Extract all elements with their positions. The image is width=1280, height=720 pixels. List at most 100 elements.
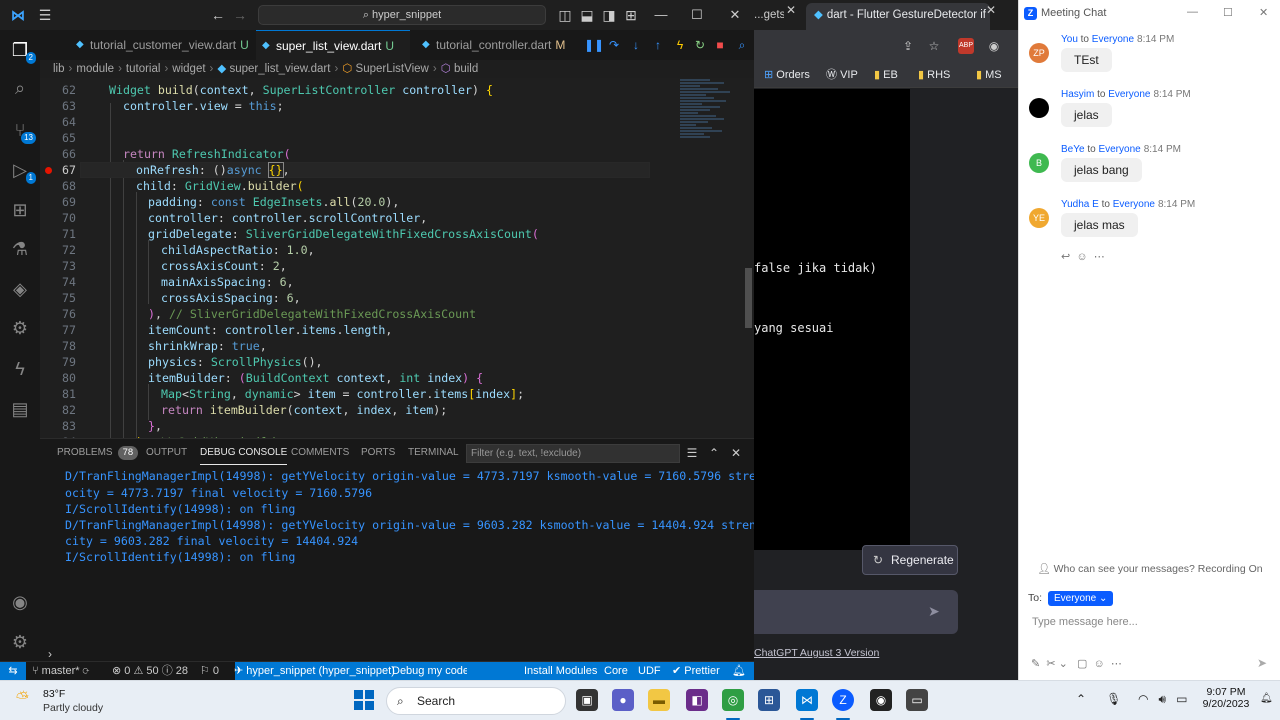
send-icon[interactable]: ➤ xyxy=(1257,656,1267,670)
regenerate-button[interactable]: ↻ Regenerate xyxy=(862,545,958,575)
app-icon[interactable]: ◉ xyxy=(870,689,892,711)
maximize-icon[interactable]: ☐ xyxy=(1223,6,1233,19)
screenshot-icon[interactable]: ✂ xyxy=(1046,658,1055,670)
task-view-icon[interactable]: ▣ xyxy=(576,689,598,711)
file-explorer-icon[interactable]: ▬ xyxy=(648,689,670,711)
emoji-icon[interactable]: ☺ xyxy=(1094,658,1105,670)
more-icon[interactable]: ⋯ xyxy=(1094,251,1105,263)
show-hidden-icons-chevron-icon[interactable]: ⌃ xyxy=(1076,692,1086,706)
problems-status[interactable]: ⊗ 0 ⚠ 50 ⓘ 28 xyxy=(112,662,188,680)
udf-status[interactable]: UDF xyxy=(638,662,661,680)
console-filter-input[interactable]: Filter (e.g. text, !exclude) xyxy=(466,444,680,463)
devtools-search-icon[interactable]: ⌕ xyxy=(734,37,750,53)
message-bubble[interactable]: jelas xyxy=(1061,103,1112,127)
close-panel-icon[interactable]: ✕ xyxy=(728,445,744,461)
browser-tab-active[interactable]: ◆ dart - Flutter GestureDetector if xyxy=(806,3,990,30)
store-icon[interactable]: ⊞ xyxy=(758,689,780,711)
extensions-icon[interactable]: ⊞ xyxy=(8,198,32,222)
emoji-react-icon[interactable]: ☺ xyxy=(1076,251,1087,263)
who-can-see-notice[interactable]: 👤︎ Who can see your messages? Recording … xyxy=(1019,562,1280,575)
breadcrumb-item[interactable]: lib xyxy=(53,63,65,75)
breadcrumb-item[interactable]: SuperListView xyxy=(356,63,429,75)
stop-icon[interactable]: ■ xyxy=(712,37,728,53)
source-control-icon[interactable]: ⑂ 13 xyxy=(8,118,36,144)
chatgpt-version-link[interactable]: ChatGPT August 3 Version xyxy=(754,647,879,659)
wifi-icon[interactable]: ◠ xyxy=(1138,692,1148,706)
testing-icon[interactable]: ⚗ xyxy=(8,237,32,261)
maximize-icon[interactable]: ☐ xyxy=(688,6,706,24)
manage-gear-icon[interactable]: ⚙ xyxy=(8,630,32,654)
notes-icon[interactable]: ▤ xyxy=(8,397,32,421)
more-icon[interactable]: ⋯ xyxy=(1111,658,1122,670)
message-bubble[interactable]: jelas bang xyxy=(1061,158,1142,182)
terminal-icon[interactable]: ▭ xyxy=(906,689,928,711)
vscode-taskbar-icon[interactable]: ⋈ xyxy=(796,689,818,711)
customize-layout-icon[interactable]: ⊞ xyxy=(622,6,640,24)
bookmark-ms[interactable]: ▮ MS xyxy=(976,62,1002,88)
console-prompt-chevron-icon[interactable]: › xyxy=(48,647,52,661)
minimize-icon[interactable]: — xyxy=(652,6,670,24)
volume-icon[interactable]: 🔊︎ xyxy=(1158,692,1166,706)
message-bubble[interactable]: jelas mas xyxy=(1061,213,1138,237)
maximize-panel-icon[interactable]: ⌃ xyxy=(706,445,722,461)
breadcrumb-item[interactable]: super_list_view.dart xyxy=(229,63,330,75)
step-over-icon[interactable]: ↷ xyxy=(606,37,622,53)
debug-pause-icon[interactable]: ❚❚ xyxy=(584,37,604,53)
flutter-icon[interactable]: ◈ xyxy=(8,277,32,301)
back-icon[interactable]: ← xyxy=(209,6,227,24)
bookmark-eb[interactable]: ▮ EB xyxy=(874,62,898,88)
zoom-taskbar-icon[interactable]: Z xyxy=(832,689,854,711)
teams-chat-icon[interactable]: ● xyxy=(612,689,634,711)
chevron-down-icon[interactable]: ⌄ xyxy=(1059,658,1068,670)
close-tab-icon[interactable]: ✕ xyxy=(786,3,796,17)
run-debug-icon[interactable]: ▷ 1 xyxy=(8,158,36,184)
account-icon[interactable]: ◉ xyxy=(8,590,32,614)
breadcrumb-item[interactable]: module xyxy=(76,63,114,75)
search-icon[interactable]: ⌕ xyxy=(8,76,32,100)
code-editor[interactable]: 62 Widget build(context, SuperListControl… xyxy=(40,78,754,438)
bookmark-rhs[interactable]: ▮ RHS xyxy=(918,62,950,88)
remote-explorer-icon[interactable]: ⚙ xyxy=(8,316,32,340)
clear-console-icon[interactable]: ☰ xyxy=(684,445,700,461)
reply-icon[interactable]: ↩ xyxy=(1061,251,1070,263)
taskbar-search[interactable]: ⌕ Search xyxy=(386,687,566,715)
message-bubble[interactable]: TEst xyxy=(1061,48,1112,72)
toggle-secondary-sidebar-icon[interactable]: ◨ xyxy=(600,6,618,24)
flutter-project-status[interactable]: ✈ hyper_snippet (hyper_snippet) xyxy=(234,662,395,680)
start-windows-icon[interactable] xyxy=(354,690,374,710)
chrome-icon[interactable]: ◎ xyxy=(722,689,744,711)
tab-tutorial-controller[interactable]: ◆ tutorial_controller.dart M xyxy=(416,30,565,60)
tab-terminal[interactable]: TERMINAL xyxy=(408,445,459,465)
menu-icon[interactable]: ☰ xyxy=(36,6,54,24)
tab-problems[interactable]: PROBLEMS 78 xyxy=(57,445,139,465)
ports-status[interactable]: ⚐ 0 xyxy=(200,662,219,680)
step-out-icon[interactable]: ↑ xyxy=(650,37,666,53)
message-input[interactable]: Type message here... xyxy=(1032,616,1138,628)
breadcrumb-item[interactable]: build xyxy=(454,63,478,75)
share-icon[interactable]: ⇪ xyxy=(900,38,916,54)
step-into-icon[interactable]: ↓ xyxy=(628,37,644,53)
git-branch[interactable]: ⑂ master* ⟳ xyxy=(32,662,89,680)
tab-tutorial-customer-view[interactable]: ◆ tutorial_customer_view.dart U xyxy=(70,30,249,60)
minimap[interactable] xyxy=(680,78,740,198)
format-icon[interactable]: ✎ xyxy=(1031,658,1040,670)
breadcrumb-item[interactable]: widget xyxy=(172,63,205,75)
thunder-client-icon[interactable]: ϟ xyxy=(8,357,32,381)
extension-icon[interactable]: ◉ xyxy=(986,38,1002,54)
prettier-status[interactable]: ✔ Prettier xyxy=(672,662,720,680)
bookmark-vip[interactable]: Ⓦ VIP xyxy=(826,62,858,88)
browser-tab[interactable]: ...gets xyxy=(754,3,784,30)
remote-indicator-icon[interactable]: ⇆ xyxy=(0,662,26,680)
file-icon[interactable]: ▢ xyxy=(1077,658,1087,670)
tab-comments[interactable]: COMMENTS xyxy=(291,445,349,465)
forward-icon[interactable]: → xyxy=(231,6,249,24)
explorer-icon[interactable]: ❐ 2 xyxy=(8,38,36,64)
core-status[interactable]: Core xyxy=(604,662,628,680)
close-icon[interactable]: ✕ xyxy=(1259,6,1268,19)
bookmark-orders[interactable]: ⊞ Orders xyxy=(764,62,810,88)
tab-ports[interactable]: PORTS xyxy=(361,445,395,465)
recipient-dropdown[interactable]: Everyone ⌄ xyxy=(1048,591,1114,606)
install-modules-status[interactable]: Install Modules xyxy=(524,662,597,680)
microphone-icon[interactable]: 🎙︎ xyxy=(1106,692,1121,706)
editor-scrollbar[interactable] xyxy=(745,268,752,328)
